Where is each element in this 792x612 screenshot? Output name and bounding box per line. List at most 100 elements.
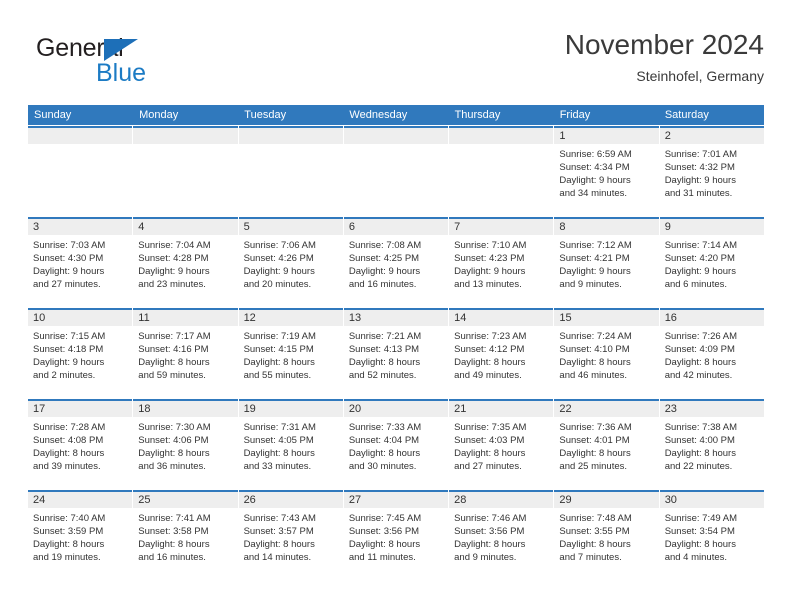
day-cell-empty xyxy=(133,126,238,216)
day-cell[interactable]: 22 Sunrise: 7:36 AM Sunset: 4:01 PM Dayligh… xyxy=(554,399,659,489)
day-cell[interactable]: 3 Sunrise: 7:03 AM Sunset: 4:30 PM Daylight… xyxy=(28,217,133,307)
calendar-page: General Blue November 2024 Steinhofel, G… xyxy=(0,0,792,612)
day-cell[interactable]: 11 Sunrise: 7:17 AM Sunset: 4:16 PM Dayligh… xyxy=(133,308,238,398)
day-cell[interactable]: 6 Sunrise: 7:08 AM Sunset: 4:25 PM Daylight… xyxy=(343,217,449,307)
day-detail-line: Daylight: 8 hours xyxy=(454,448,526,459)
day-detail-line: Sunrise: 7:41 AM xyxy=(138,513,211,524)
day-cell[interactable]: 4 Sunrise: 7:04 AM Sunset: 4:28 PM Daylight… xyxy=(133,217,238,307)
date-number: 30 xyxy=(659,492,764,508)
day-detail-line: Sunset: 4:15 PM xyxy=(243,344,314,355)
weekday-header-thursday: Thursday xyxy=(454,109,501,121)
day-detail-line: and 13 minutes. xyxy=(454,279,522,290)
day-detail-line: Sunset: 4:32 PM xyxy=(664,162,735,173)
day-detail-line: and 46 minutes. xyxy=(559,370,628,381)
day-cell[interactable]: 5 Sunrise: 7:06 AM Sunset: 4:26 PM Daylight… xyxy=(238,217,343,307)
day-details xyxy=(28,144,132,148)
day-detail-line: Sunrise: 7:21 AM xyxy=(348,331,422,342)
day-detail-line: and 11 minutes. xyxy=(348,552,416,563)
day-details: Sunrise: 6:59 AM Sunset: 4:34 PM Daylight:… xyxy=(554,144,658,200)
day-details: Sunrise: 7:46 AM Sunset: 3:56 PM Daylight:… xyxy=(449,508,553,564)
day-details: Sunrise: 7:36 AM Sunset: 4:01 PM Daylight:… xyxy=(554,417,658,473)
date-number: 21 xyxy=(449,401,554,417)
calendar-weeks: 1 Sunrise: 6:59 AM Sunset: 4:34 PM Daylight… xyxy=(28,126,764,580)
day-detail-line: Daylight: 8 hours xyxy=(664,448,736,459)
day-cell[interactable]: 12 Sunrise: 7:19 AM Sunset: 4:15 PM Dayligh… xyxy=(238,308,343,398)
day-cell[interactable]: 29 Sunrise: 7:48 AM Sunset: 3:55 PM Dayligh… xyxy=(554,490,659,580)
date-number: 28 xyxy=(449,492,554,508)
day-cell[interactable]: 30 Sunrise: 7:49 AM Sunset: 3:54 PM Dayligh… xyxy=(659,490,764,580)
day-cell[interactable]: 27 Sunrise: 7:45 AM Sunset: 3:56 PM Dayligh… xyxy=(343,490,449,580)
day-cell[interactable]: 2 Sunrise: 7:01 AM Sunset: 4:32 PM Daylight… xyxy=(659,126,764,216)
day-cell[interactable]: 23 Sunrise: 7:38 AM Sunset: 4:00 PM Dayligh… xyxy=(659,399,764,489)
day-detail-line: Sunset: 3:56 PM xyxy=(348,526,420,537)
weekday-header-monday: Monday xyxy=(139,109,179,121)
date-number: 9 xyxy=(659,219,764,235)
day-cell[interactable]: 21 Sunrise: 7:35 AM Sunset: 4:03 PM Dayligh… xyxy=(449,399,554,489)
date-number: 3 xyxy=(28,219,133,235)
day-details: Sunrise: 7:43 AM Sunset: 3:57 PM Daylight:… xyxy=(239,508,343,564)
day-detail-line: Sunrise: 7:15 AM xyxy=(33,331,106,342)
day-detail-line: Daylight: 8 hours xyxy=(559,539,631,550)
day-detail-line: Daylight: 9 hours xyxy=(559,175,631,186)
day-detail-line: Sunset: 4:05 PM xyxy=(243,435,314,446)
day-cell[interactable]: 9 Sunrise: 7:14 AM Sunset: 4:20 PM Daylight… xyxy=(659,217,764,307)
date-number xyxy=(343,128,449,144)
date-number: 27 xyxy=(343,492,449,508)
day-cell[interactable]: 17 Sunrise: 7:28 AM Sunset: 4:08 PM Dayligh… xyxy=(28,399,133,489)
day-detail-line: Sunset: 4:04 PM xyxy=(348,435,420,446)
weekday-header-saturday: Saturday xyxy=(664,109,709,121)
date-number xyxy=(449,128,554,144)
day-detail-line: Sunset: 4:18 PM xyxy=(33,344,104,355)
day-cell[interactable]: 26 Sunrise: 7:43 AM Sunset: 3:57 PM Dayligh… xyxy=(238,490,343,580)
day-details xyxy=(344,144,448,148)
day-detail-line: and 36 minutes. xyxy=(138,461,206,472)
day-detail-line: Sunrise: 7:26 AM xyxy=(664,331,738,342)
day-detail-line: Daylight: 8 hours xyxy=(454,539,526,550)
date-number: 23 xyxy=(659,401,764,417)
weekday-header-friday: Friday xyxy=(559,109,591,121)
day-cell[interactable]: 25 Sunrise: 7:41 AM Sunset: 3:58 PM Dayligh… xyxy=(133,490,238,580)
date-number: 19 xyxy=(238,401,343,417)
date-number: 12 xyxy=(238,310,343,326)
day-detail-line: and 25 minutes. xyxy=(559,461,628,472)
day-cell[interactable]: 16 Sunrise: 7:26 AM Sunset: 4:09 PM Dayligh… xyxy=(659,308,764,398)
day-details: Sunrise: 7:06 AM Sunset: 4:26 PM Daylight:… xyxy=(239,235,343,291)
day-detail-line: Sunrise: 7:40 AM xyxy=(33,513,106,524)
day-detail-line: and 42 minutes. xyxy=(664,370,733,381)
day-details: Sunrise: 7:31 AM Sunset: 4:05 PM Daylight:… xyxy=(239,417,343,473)
page-title: November 2024 xyxy=(564,29,764,60)
date-number: 11 xyxy=(133,310,238,326)
day-cell[interactable]: 14 Sunrise: 7:23 AM Sunset: 4:12 PM Dayligh… xyxy=(449,308,554,398)
day-detail-line: Daylight: 8 hours xyxy=(33,539,105,550)
day-cell[interactable]: 28 Sunrise: 7:46 AM Sunset: 3:56 PM Dayligh… xyxy=(449,490,554,580)
day-cell[interactable]: 8 Sunrise: 7:12 AM Sunset: 4:21 PM Daylight… xyxy=(554,217,659,307)
day-cell[interactable]: 7 Sunrise: 7:10 AM Sunset: 4:23 PM Daylight… xyxy=(449,217,554,307)
day-details: Sunrise: 7:38 AM Sunset: 4:00 PM Daylight:… xyxy=(660,417,764,473)
day-details: Sunrise: 7:04 AM Sunset: 4:28 PM Daylight:… xyxy=(133,235,237,291)
day-cell[interactable]: 1 Sunrise: 6:59 AM Sunset: 4:34 PM Daylight… xyxy=(554,126,659,216)
generalblue-logo[interactable]: General Blue xyxy=(36,34,216,92)
day-details: Sunrise: 7:48 AM Sunset: 3:55 PM Daylight:… xyxy=(554,508,658,564)
day-details: Sunrise: 7:35 AM Sunset: 4:03 PM Daylight:… xyxy=(449,417,553,473)
date-number: 14 xyxy=(449,310,554,326)
day-cell[interactable]: 18 Sunrise: 7:30 AM Sunset: 4:06 PM Dayligh… xyxy=(133,399,238,489)
day-detail-line: and 7 minutes. xyxy=(559,552,622,563)
day-cell[interactable]: 15 Sunrise: 7:24 AM Sunset: 4:10 PM Dayligh… xyxy=(554,308,659,398)
day-cell[interactable]: 24 Sunrise: 7:40 AM Sunset: 3:59 PM Dayligh… xyxy=(28,490,133,580)
day-cell[interactable]: 10 Sunrise: 7:15 AM Sunset: 4:18 PM Dayligh… xyxy=(28,308,133,398)
day-detail-line: Sunset: 4:06 PM xyxy=(138,435,209,446)
day-detail-line: and 33 minutes. xyxy=(243,461,312,472)
day-detail-line: Daylight: 9 hours xyxy=(138,266,210,277)
day-detail-line: Sunrise: 7:06 AM xyxy=(243,240,316,251)
day-detail-line: and 16 minutes. xyxy=(348,279,417,290)
day-detail-line: Sunset: 4:08 PM xyxy=(33,435,104,446)
day-cell[interactable]: 19 Sunrise: 7:31 AM Sunset: 4:05 PM Dayligh… xyxy=(238,399,343,489)
day-detail-line: and 9 minutes. xyxy=(454,552,517,563)
day-cell[interactable]: 13 Sunrise: 7:21 AM Sunset: 4:13 PM Dayligh… xyxy=(343,308,449,398)
day-detail-line: Sunset: 3:54 PM xyxy=(664,526,735,537)
day-detail-line: Daylight: 9 hours xyxy=(348,266,421,277)
day-detail-line: Sunrise: 7:17 AM xyxy=(138,331,211,342)
day-cell[interactable]: 20 Sunrise: 7:33 AM Sunset: 4:04 PM Dayligh… xyxy=(343,399,449,489)
day-detail-line: Sunset: 3:58 PM xyxy=(138,526,209,537)
day-details: Sunrise: 7:21 AM Sunset: 4:13 PM Daylight:… xyxy=(344,326,448,382)
